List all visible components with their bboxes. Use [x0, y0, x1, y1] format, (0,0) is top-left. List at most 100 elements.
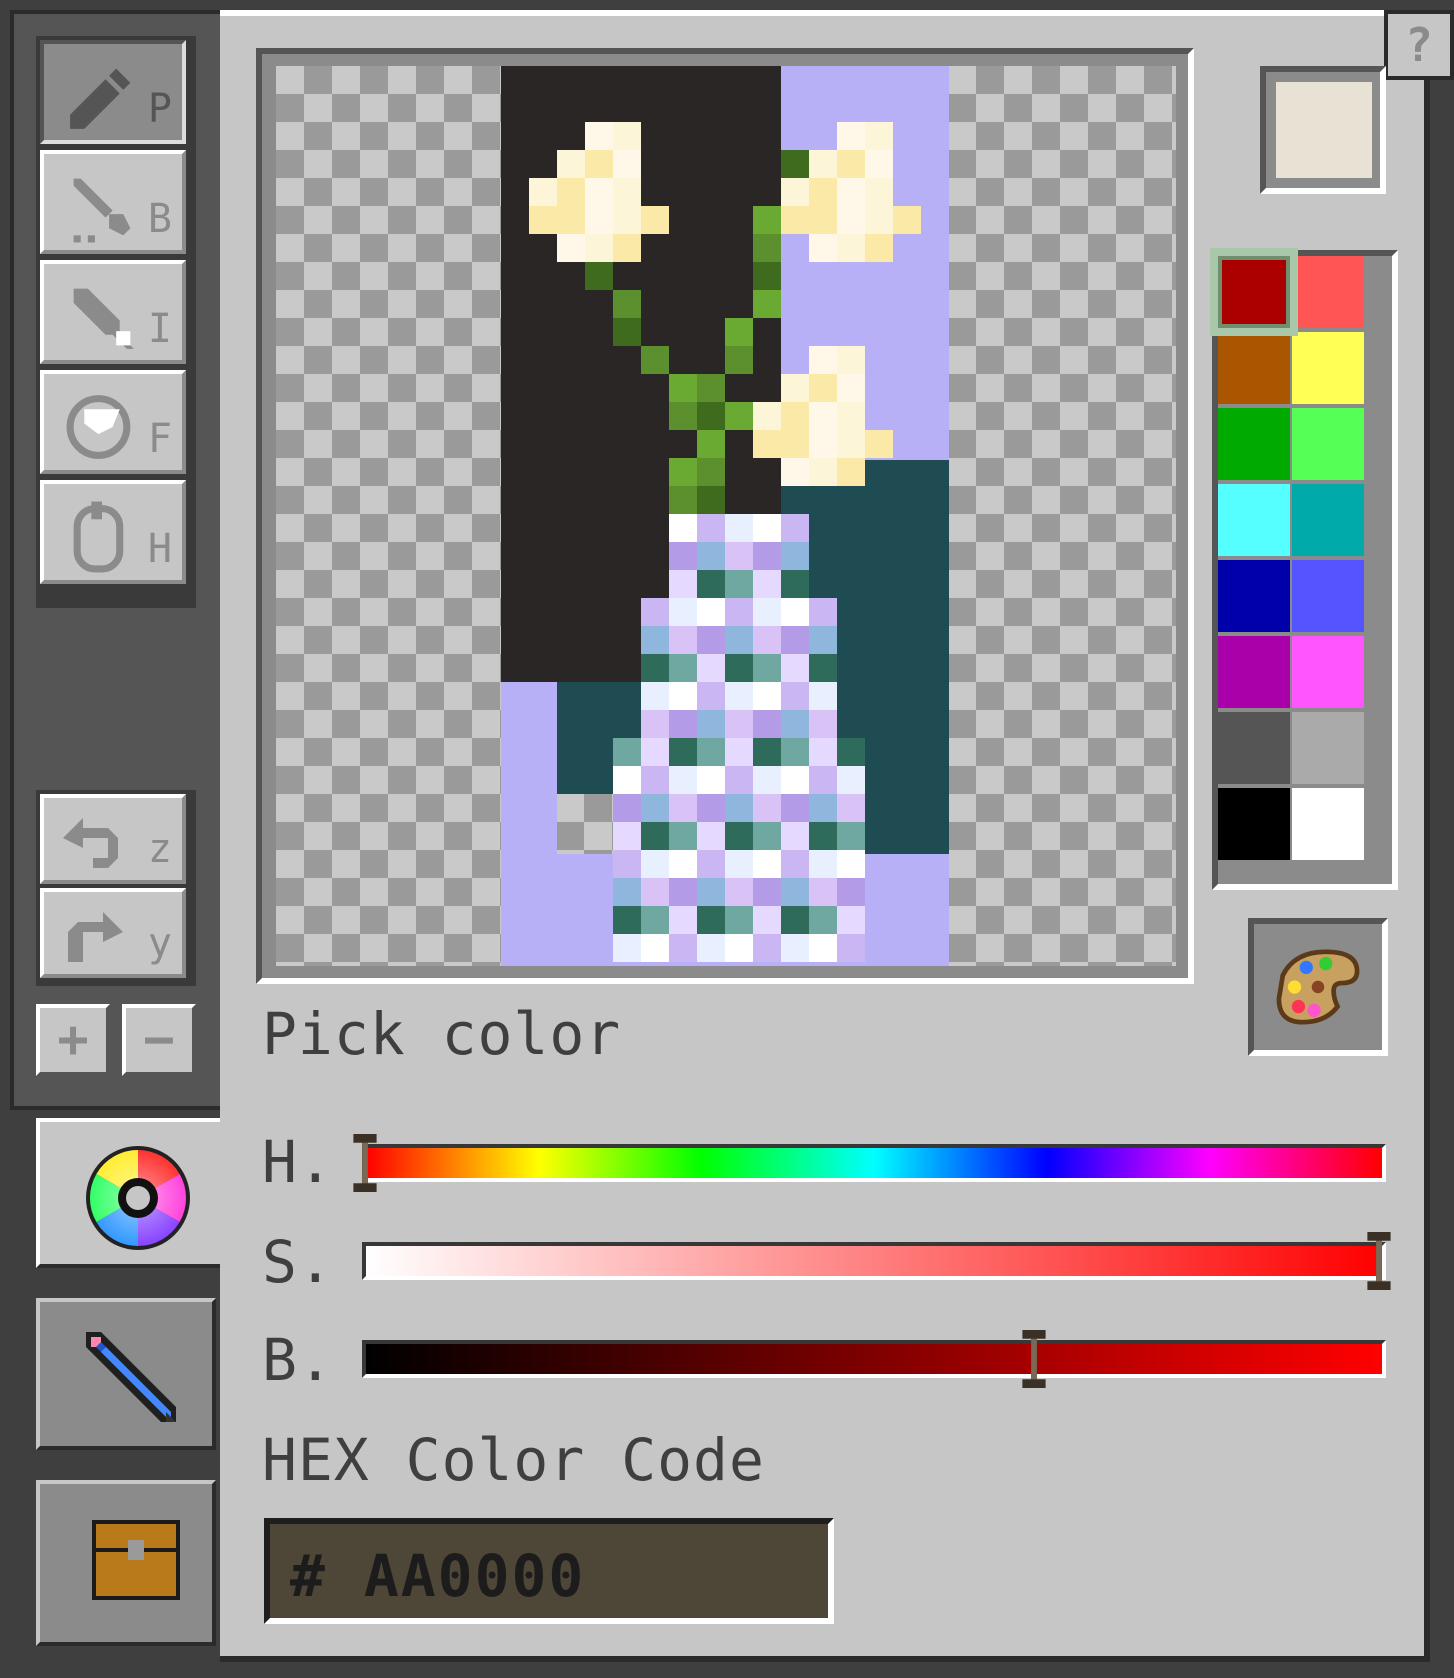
canvas-checker [304, 710, 332, 738]
canvas-checker [1060, 290, 1088, 318]
redo-button[interactable]: y [40, 888, 186, 978]
canvas-checker [1172, 598, 1176, 626]
palette-swatch[interactable] [1292, 788, 1364, 860]
canvas-checker [1004, 654, 1032, 682]
palette-swatch[interactable] [1218, 408, 1290, 480]
tab-color-wheel[interactable] [36, 1118, 230, 1268]
art-vase-pixel [753, 738, 781, 766]
art-vase-pixel [697, 934, 725, 962]
brightness-slider-thumb[interactable] [1019, 1330, 1049, 1388]
canvas-checker [444, 234, 472, 262]
canvas-checker [556, 794, 584, 822]
help-button[interactable]: ? [1384, 10, 1454, 80]
palette-swatch[interactable] [1292, 408, 1364, 480]
tab-pencil-edit[interactable] [36, 1298, 216, 1450]
palette-swatch[interactable] [1218, 712, 1290, 784]
art-vase-pixel [753, 906, 781, 934]
canvas-checker [1032, 234, 1060, 262]
canvas-checker [444, 570, 472, 598]
tool-brush-button[interactable]: B [40, 150, 186, 254]
art-vase-pixel [669, 878, 697, 906]
help-icon: ? [1405, 18, 1433, 72]
palette-frame [1210, 248, 1398, 890]
art-flower-petal [837, 206, 865, 234]
canvas-checker [1060, 710, 1088, 738]
pixel-canvas[interactable] [276, 66, 1176, 966]
hue-slider-thumb[interactable] [350, 1134, 380, 1192]
canvas-checker [444, 934, 472, 962]
canvas-checker [1116, 486, 1144, 514]
palette-swatch[interactable] [1218, 332, 1290, 404]
canvas-checker [1060, 654, 1088, 682]
palette-swatch[interactable] [1218, 636, 1290, 708]
palette-swatch[interactable] [1218, 484, 1290, 556]
palette-swatch[interactable] [1292, 484, 1364, 556]
canvas-checker [1004, 626, 1032, 654]
pencil-icon [70, 68, 131, 129]
canvas-checker [416, 262, 444, 290]
palette-editor-button[interactable] [1248, 918, 1388, 1056]
palette-swatch[interactable] [1292, 256, 1364, 328]
canvas-checker [1004, 598, 1032, 626]
saturation-slider-thumb[interactable] [1364, 1232, 1394, 1290]
canvas-checker [1088, 290, 1116, 318]
canvas-checker [472, 374, 500, 402]
pencil-icon [86, 1332, 176, 1422]
brightness-slider[interactable] [362, 1340, 1386, 1378]
canvas-checker [304, 458, 332, 486]
canvas-checker [1004, 682, 1032, 710]
canvas-checker [1172, 570, 1176, 598]
palette-swatch[interactable] [1210, 248, 1298, 336]
zoom-out-button[interactable]: − [122, 1004, 196, 1076]
canvas-checker [332, 934, 360, 962]
tool-fill-button[interactable]: F [40, 370, 186, 474]
canvas-checker [416, 346, 444, 374]
canvas-checker [976, 430, 1004, 458]
canvas-checker [1116, 178, 1144, 206]
canvas-checker [948, 318, 976, 346]
redo-key: y [147, 920, 172, 966]
canvas-checker [1172, 934, 1176, 962]
zoom-in-button[interactable]: + [36, 1004, 110, 1076]
canvas-checker [1060, 430, 1088, 458]
canvas-checker [1144, 598, 1172, 626]
saturation-slider[interactable] [362, 1242, 1386, 1280]
undo-button[interactable]: z [40, 794, 186, 884]
undo-icon [63, 818, 118, 868]
canvas-checker [948, 654, 976, 682]
canvas-checker [948, 626, 976, 654]
canvas-checker [584, 794, 612, 822]
art-vase-pixel [613, 934, 641, 962]
palette-swatch[interactable] [1292, 636, 1364, 708]
canvas-checker [1004, 570, 1032, 598]
canvas-checker [948, 262, 976, 290]
canvas-checker [332, 206, 360, 234]
canvas-checker [948, 766, 976, 794]
art-vase-pixel [837, 878, 865, 906]
palette-swatch[interactable] [1218, 560, 1290, 632]
canvas-checker [1172, 738, 1176, 766]
canvas-checker [360, 402, 388, 430]
canvas-checker [1032, 906, 1060, 934]
canvas-checker [276, 766, 304, 794]
canvas-checker [948, 430, 976, 458]
palette-swatch[interactable] [1292, 712, 1364, 784]
palette-swatch[interactable] [1218, 788, 1290, 860]
palette-swatch[interactable] [1292, 332, 1364, 404]
canvas-checker [948, 402, 976, 430]
palette-swatch[interactable] [1292, 560, 1364, 632]
tab-chest-storage[interactable] [36, 1480, 216, 1646]
art-vase-pixel [753, 710, 781, 738]
art-vase-pixel [725, 682, 753, 710]
tool-pencil-button[interactable]: P [40, 40, 186, 144]
canvas-checker [388, 934, 416, 962]
canvas-checker [416, 430, 444, 458]
canvas-checker [388, 850, 416, 878]
hex-input[interactable]: # AA0000 [264, 1518, 834, 1624]
tool-hand-button[interactable]: H [40, 480, 186, 584]
canvas-checker [444, 710, 472, 738]
hue-slider[interactable] [362, 1144, 1386, 1182]
tool-eyedropper-button[interactable]: I [40, 260, 186, 364]
canvas-checker [1116, 514, 1144, 542]
canvas-checker [444, 906, 472, 934]
